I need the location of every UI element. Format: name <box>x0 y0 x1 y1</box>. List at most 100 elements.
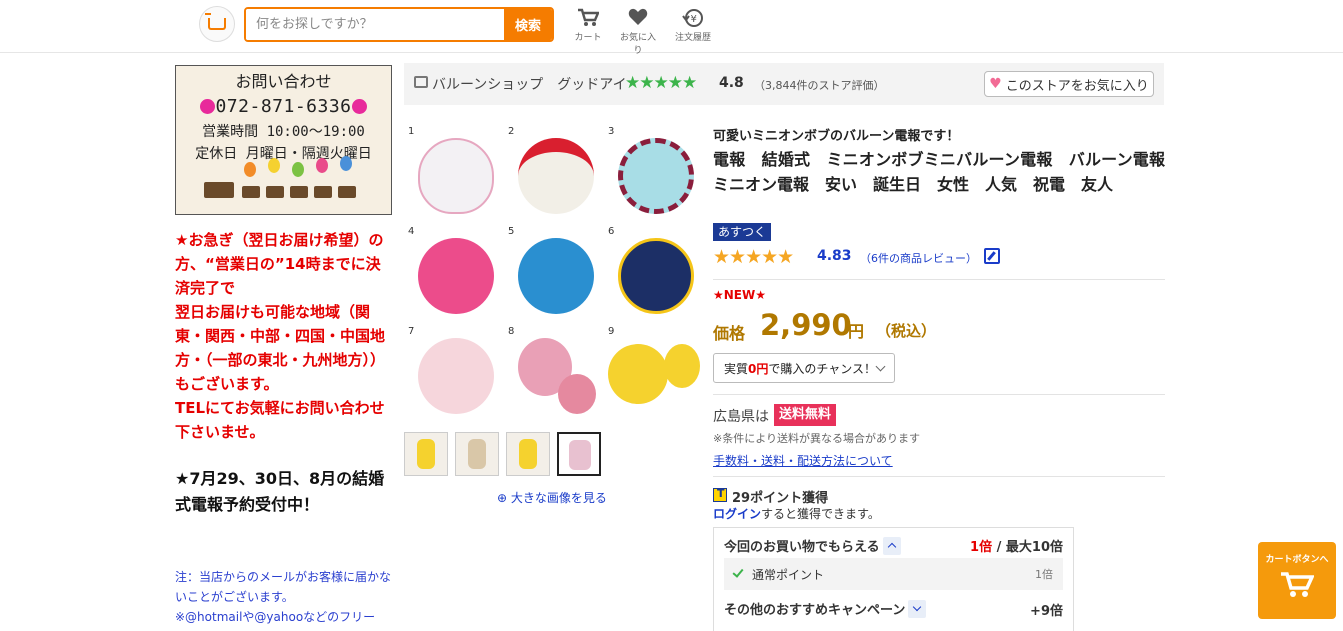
shipping-note: ※条件により送料が異なる場合があります <box>713 432 920 445</box>
chevron-down-icon[interactable] <box>908 600 927 618</box>
divider <box>713 476 1165 477</box>
go-to-cart-label: カートボタンへ <box>1265 555 1329 565</box>
birthday-balloon-image <box>518 238 594 314</box>
normal-points-value: 1倍 <box>1035 568 1053 581</box>
search-input[interactable] <box>246 9 504 40</box>
top-header: 検索 カート お気に入り ¥ 注文履歴 <box>0 0 1343 56</box>
event-notice: ★7月29、30日、8月の結婚式電報予約受付中！ <box>175 469 385 514</box>
product-rating-stars: ★★★★★ <box>713 246 794 268</box>
points-breakdown-box: 今回のお買い物でもらえる 1倍 / 最大10倍 通常ポイント 1倍 その他のおす… <box>713 527 1074 631</box>
chance-prefix: 実質 <box>724 361 749 376</box>
gallery-image[interactable]: 8 <box>504 324 603 424</box>
divider <box>713 394 1165 395</box>
product-image-grid[interactable]: 1 2 3 4 5 6 7 8 9 <box>404 124 702 424</box>
check-icon <box>732 566 744 578</box>
pink-dot-icon <box>200 99 216 114</box>
heart-icon <box>618 8 658 30</box>
normal-points-row: 通常ポイント 1倍 <box>724 558 1063 590</box>
next-day-badge: あすつく <box>713 223 772 241</box>
image-number: 9 <box>608 326 615 337</box>
order-history-icon: ¥ <box>673 8 713 30</box>
search-button[interactable]: 検索 <box>504 9 552 40</box>
image-number: 4 <box>408 226 415 237</box>
image-number: 7 <box>408 326 415 337</box>
free-shipping-badge: 送料無料 <box>774 404 837 426</box>
points-rate: 1倍 / 最大10倍 <box>970 536 1063 555</box>
gallery-image[interactable]: 1 <box>404 124 503 224</box>
contact-hours: 営業時間 10:00～19:00 <box>202 124 365 140</box>
cart-icon <box>568 8 608 30</box>
thumbnail[interactable] <box>455 432 499 476</box>
thumbnail[interactable] <box>404 432 448 476</box>
express-delivery-notice: ★お急ぎ（翌日お届け希望）の方、“営業日の”14時までに決済完了で 翌日お届けも… <box>175 228 395 444</box>
zoom-icon: ⊕ <box>497 491 508 505</box>
normal-points-label: 通常ポイント <box>752 568 825 582</box>
image-number: 2 <box>508 126 515 137</box>
contact-banner[interactable]: お問い合わせ 072-871-6336 営業時間 10:00～19:00 定休日… <box>175 65 392 215</box>
contact-closed: 定休日 月曜日・隔週火曜日 <box>195 146 372 162</box>
price-value: 2,990 <box>760 308 852 342</box>
campaign-label: その他のおすすめキャンペーン <box>724 603 906 618</box>
write-review-icon[interactable] <box>984 248 1000 264</box>
train-illustration <box>204 156 364 198</box>
price-label: 価格 <box>713 324 746 343</box>
effective-price-chance-button[interactable]: 実質 0円 で購入のチャンス！ <box>713 353 895 383</box>
campaign-value: +9倍 <box>1030 604 1063 619</box>
gallery-image[interactable]: 6 <box>604 224 703 324</box>
minion-balloon-image <box>664 344 700 388</box>
gallery-image[interactable]: 4 <box>404 224 503 324</box>
login-prompt-text: すると獲得できます。 <box>761 507 880 521</box>
store-name[interactable]: バルーンショップ グッドアイ <box>432 74 627 94</box>
chevron-up-icon[interactable] <box>882 537 901 555</box>
chance-suffix: で購入のチャンス！ <box>768 361 877 376</box>
shipping-region: 広島県は <box>713 409 769 425</box>
nav-cart[interactable]: カート <box>568 8 608 43</box>
express-notice-text: ★お急ぎ（翌日お届け希望）の方、“営業日の”14時までに決済完了で 翌日お届けも… <box>175 231 386 441</box>
pink-dot-icon <box>351 99 367 114</box>
product-title: 電報 結婚式 ミニオンボブミニバルーン電報 バルーン電報 ミニオン電報 安い 誕… <box>713 150 1182 194</box>
nav-favorites[interactable]: お気に入り <box>618 8 658 56</box>
heart-icon: ♥ <box>989 76 1002 92</box>
minion-balloon-image <box>608 344 668 404</box>
shipping-fee-link[interactable]: 手数料・送料・配送方法について <box>713 452 893 469</box>
store-favorite-button[interactable]: ♥ このストアをお気に入り <box>984 71 1154 97</box>
store-review-count[interactable]: （3,844件のストア評価） <box>754 77 885 93</box>
image-number: 3 <box>608 126 615 137</box>
round-balloon-image <box>618 138 694 214</box>
points-earned: 29ポイント獲得 <box>732 491 829 506</box>
shopping-logo[interactable] <box>199 6 235 42</box>
product-rating[interactable]: 4.83 <box>817 248 852 264</box>
chance-zero-yen: 0円 <box>748 361 769 376</box>
gallery-image[interactable]: 2 <box>504 124 603 224</box>
image-number: 1 <box>408 126 415 137</box>
nav-order-history[interactable]: ¥ 注文履歴 <box>673 8 713 43</box>
points-rate-current: 1倍 <box>970 540 993 555</box>
product-review-count[interactable]: （6件の商品レビュー） <box>860 250 977 266</box>
gallery-image[interactable]: 5 <box>504 224 603 324</box>
contact-title: お問い合わせ <box>235 72 332 91</box>
go-to-cart-button[interactable]: カートボタンへ <box>1258 542 1336 619</box>
store-favorite-label: このストアをお気に入り <box>1005 78 1149 94</box>
cart-icon <box>1281 572 1314 597</box>
gallery-image[interactable]: 9 <box>604 324 703 424</box>
nav-order-history-label: 注文履歴 <box>674 33 711 43</box>
image-number: 8 <box>508 326 515 337</box>
points-this-purchase[interactable]: 今回のお買い物でもらえる <box>724 536 901 555</box>
thumbnail[interactable] <box>506 432 550 476</box>
heart-balloon-image <box>518 138 594 214</box>
zoom-image-link[interactable]: ⊕ 大きな画像を見る <box>497 489 607 506</box>
mail-note: 注：当店からのメールがお客様に届かないことがございます。 ※@hotmailや@… <box>175 570 392 624</box>
round-balloon-image <box>418 338 494 414</box>
campaign-row[interactable]: その他のおすすめキャンペーン <box>724 599 927 618</box>
points-this-purchase-label: 今回のお買い物でもらえる <box>724 540 880 555</box>
login-link[interactable]: ログイン <box>713 507 761 521</box>
store-icon <box>414 76 428 88</box>
contact-phone-number: 072-871-6336 <box>215 96 352 117</box>
search-bar: 検索 <box>244 7 554 42</box>
thumbnail-selected[interactable] <box>557 432 601 476</box>
congrats-balloon-image <box>618 238 694 314</box>
login-prompt: ログインすると獲得できます。 <box>713 505 880 522</box>
svg-text:¥: ¥ <box>691 14 697 25</box>
gallery-image[interactable]: 3 <box>604 124 703 224</box>
gallery-image[interactable]: 7 <box>404 324 503 424</box>
